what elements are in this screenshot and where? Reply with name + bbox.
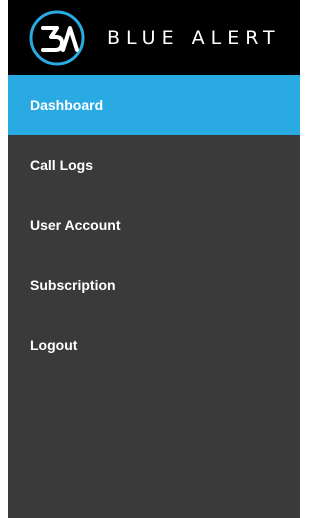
sidebar-nav: Dashboard Call Logs User Account Subscri… (8, 75, 300, 375)
nav-item-user-account[interactable]: User Account (8, 195, 300, 255)
nav-item-call-logs[interactable]: Call Logs (8, 135, 300, 195)
nav-item-logout[interactable]: Logout (8, 315, 300, 375)
blue-alert-logo-icon (29, 10, 85, 66)
sidebar: BLUE ALERT Dashboard Call Logs User Acco… (8, 0, 300, 518)
brand-header: BLUE ALERT (8, 0, 300, 75)
nav-item-subscription[interactable]: Subscription (8, 255, 300, 315)
brand-name: BLUE ALERT (107, 27, 281, 49)
nav-item-dashboard[interactable]: Dashboard (8, 75, 300, 135)
